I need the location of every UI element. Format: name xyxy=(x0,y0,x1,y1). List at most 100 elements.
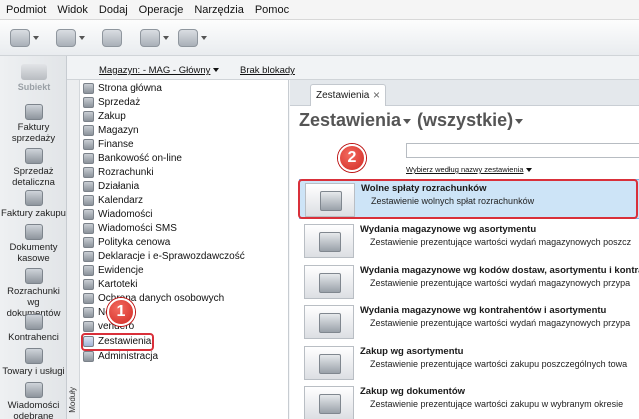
title-selector[interactable]: Zestawienia xyxy=(299,110,417,130)
report-thumbnail-icon xyxy=(304,305,354,339)
tree-item-data-protection[interactable]: Ochrona danych osobowych xyxy=(83,292,224,305)
warehouse-selector[interactable]: Magazyn: - MAG - Główny xyxy=(99,65,220,76)
chevron-down-icon xyxy=(526,168,533,173)
report-title: Zakup wg dokumentów xyxy=(360,386,466,397)
nav-contractors[interactable]: Kontrahenci xyxy=(0,314,67,343)
tree-item-files[interactable]: Kartoteki xyxy=(83,278,137,291)
tree-item-warehouse[interactable]: Magazyn xyxy=(83,124,139,137)
report-description: Zestawienie prezentujące wartości wydań … xyxy=(370,237,632,247)
tree-item-sales[interactable]: Sprzedaż xyxy=(83,96,140,109)
logo-icon xyxy=(21,64,47,80)
menu-operacje[interactable]: Operacje xyxy=(139,4,184,16)
tree-item-records[interactable]: Ewidencje xyxy=(83,264,144,277)
module-tree: Moduły Strona główna Sprzedaż Zakup Maga… xyxy=(67,80,289,419)
menu-podmiot[interactable]: Podmiot xyxy=(6,4,46,16)
subiekt-logo: Subiekt xyxy=(8,64,60,94)
search-input[interactable] xyxy=(406,143,639,158)
close-icon[interactable]: × xyxy=(373,88,380,102)
package-button[interactable] xyxy=(140,27,174,49)
tab-bar: Zestawienia × xyxy=(290,80,639,106)
report-thumbnail-icon xyxy=(304,265,354,299)
shield-icon xyxy=(83,293,94,304)
main-content: Zestawienia × Zestawienia (wszystkie) Wybi… xyxy=(290,80,639,419)
tree-item-declarations[interactable]: Deklaracje i e-Sprawozdawczość xyxy=(83,250,245,263)
report-item[interactable]: Zakup wg dokumentów Zestawienie prezentu… xyxy=(299,383,639,419)
nexo-icon xyxy=(83,307,94,318)
bank-icon xyxy=(83,153,94,164)
goods-icon xyxy=(24,348,43,364)
vendero-icon xyxy=(83,321,94,332)
sms-icon xyxy=(83,223,94,234)
tree-item-sms[interactable]: Wiadomości SMS xyxy=(83,222,177,235)
lock-status-link[interactable]: Brak blokady xyxy=(240,65,295,76)
nav-messages[interactable]: Wiadomości odebrane xyxy=(0,382,67,419)
cashbox-icon xyxy=(102,29,122,47)
menu-dodaj[interactable]: Dodaj xyxy=(99,4,128,16)
report-thumbnail-icon xyxy=(304,224,354,258)
nav-sales-invoices[interactable]: Faktury sprzedaży xyxy=(0,104,67,144)
nav-settlements[interactable]: Rozrachunki wg dokumentów xyxy=(0,268,67,319)
help-button[interactable] xyxy=(178,27,212,49)
report-description: Zestawienie prezentujące wartości zakupu… xyxy=(370,359,628,369)
nav-cash-documents[interactable]: Dokumenty kasowe xyxy=(0,224,67,264)
messages-icon xyxy=(24,382,43,398)
tree-item-purchase[interactable]: Zakup xyxy=(83,110,126,123)
declaration-icon xyxy=(83,251,94,262)
nav-retail[interactable]: Sprzedaż detaliczna xyxy=(0,148,67,188)
report-description: Zestawienie prezentujące wartości zakupu… xyxy=(370,399,624,409)
highlight-box-1 xyxy=(81,333,154,351)
calendar-icon xyxy=(83,195,94,206)
context-bar: Magazyn: - MAG - Główny Brak blokady xyxy=(67,56,639,80)
chevron-down-icon xyxy=(201,36,207,40)
cash-documents-icon xyxy=(24,224,43,240)
nav-goods[interactable]: Towary i usługi xyxy=(0,348,67,377)
open-button[interactable] xyxy=(56,27,90,49)
page-title: Zestawienia (wszystkie) xyxy=(299,110,529,131)
report-thumbnail-icon xyxy=(304,386,354,419)
settlements-icon xyxy=(83,167,94,178)
contractors-icon xyxy=(24,314,43,330)
price-tag-icon xyxy=(83,237,94,248)
new-document-button[interactable] xyxy=(10,27,44,49)
tree-item-finance[interactable]: Finanse xyxy=(83,138,134,151)
cashbox-button[interactable] xyxy=(102,27,136,49)
finance-icon xyxy=(83,139,94,150)
report-item[interactable]: Wydania magazynowe wg kodów dostaw, asor… xyxy=(299,262,639,302)
menu-pomoc[interactable]: Pomoc xyxy=(255,4,289,16)
report-description: Zestawienie prezentujące wartości wydań … xyxy=(370,318,631,328)
report-item[interactable]: Zakup wg asortymentu Zestawienie prezent… xyxy=(299,343,639,383)
purchase-icon xyxy=(83,111,94,122)
menu-widok[interactable]: Widok xyxy=(57,4,88,16)
card-file-icon xyxy=(83,279,94,290)
records-icon xyxy=(83,265,94,276)
report-title: Wydania magazynowe wg asortymentu xyxy=(360,224,537,235)
report-title: Wydania magazynowe wg kodów dostaw, asor… xyxy=(360,265,639,276)
chevron-down-icon xyxy=(79,36,85,40)
step-marker-2: 2 xyxy=(338,144,366,172)
left-navigation: Subiekt Faktury sprzedaży Sprzedaż detal… xyxy=(0,56,67,419)
toolbar xyxy=(0,20,639,56)
tab-reports[interactable]: Zestawienia × xyxy=(310,84,386,106)
admin-icon xyxy=(83,351,94,362)
tree-item-actions[interactable]: Działania xyxy=(83,180,139,193)
sort-selector[interactable]: Wybierz według nazwy zestawienia xyxy=(406,165,533,174)
tree-item-administration[interactable]: Administracja xyxy=(83,350,158,363)
chevron-down-icon xyxy=(33,36,39,40)
tree-item-banking[interactable]: Bankowość on-line xyxy=(83,152,182,165)
report-title: Wydania magazynowe wg kontrahentów i aso… xyxy=(360,305,607,316)
menu-narzedzia[interactable]: Narzędzia xyxy=(194,4,244,16)
report-item[interactable]: Wydania magazynowe wg asortymentu Zestaw… xyxy=(299,221,639,261)
tree-item-home[interactable]: Strona główna xyxy=(83,82,162,95)
tree-item-messages[interactable]: Wiadomości xyxy=(83,208,152,221)
report-description: Zestawienie prezentujące wartości wydań … xyxy=(370,278,631,288)
tree-item-settlements[interactable]: Rozrachunki xyxy=(83,166,154,179)
envelope-icon xyxy=(83,209,94,220)
filter-selector[interactable]: (wszystkie) xyxy=(417,110,529,130)
modules-side-tab[interactable]: Moduły xyxy=(67,80,80,419)
tree-item-pricing[interactable]: Polityka cenowa xyxy=(83,236,170,249)
report-item[interactable]: Wydania magazynowe wg kontrahentów i aso… xyxy=(299,302,639,342)
nav-purchase-invoices[interactable]: Faktury zakupu xyxy=(0,190,67,219)
package-icon xyxy=(140,29,160,47)
tree-item-calendar[interactable]: Kalendarz xyxy=(83,194,143,207)
home-icon xyxy=(83,83,94,94)
